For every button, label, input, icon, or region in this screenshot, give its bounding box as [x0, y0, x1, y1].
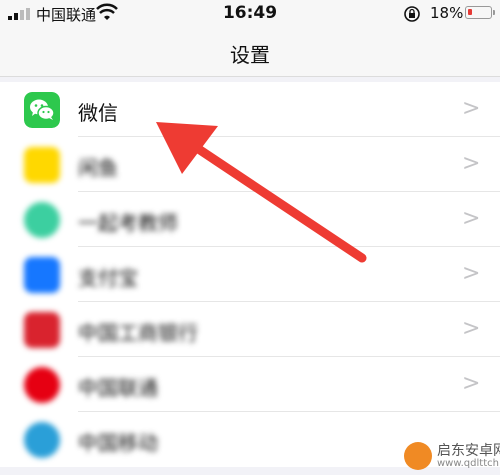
chevron-right-icon: >: [462, 96, 481, 121]
chevron-right-icon: >: [462, 206, 481, 231]
settings-item-label: 支付宝: [78, 266, 138, 290]
icbc-icon: [24, 312, 60, 348]
settings-item-china-unicom[interactable]: 中国联通 >: [0, 357, 500, 412]
settings-item-label: 一起考教师: [78, 211, 178, 235]
chevron-right-icon: >: [462, 261, 481, 286]
watermark: 启东安卓网 www.qdlttch.com: [400, 440, 500, 475]
settings-app-list: 微信 > 闲鱼 > 一起考教师 > 支付宝 > 中国工商银行 > 中国联通 > …: [0, 82, 500, 467]
rotation-lock-icon: [404, 6, 420, 22]
settings-item-label: 闲鱼: [78, 156, 118, 180]
chevron-right-icon: >: [462, 316, 481, 341]
wechat-icon: [24, 92, 60, 128]
settings-item-label: 微信: [78, 101, 118, 125]
alipay-icon: [24, 257, 60, 293]
clock: 16:49: [222, 3, 278, 23]
chevron-right-icon: >: [462, 151, 481, 176]
battery-icon: [465, 6, 495, 19]
watermark-logo-icon: [404, 442, 432, 470]
battery-percent: 18%: [430, 4, 464, 22]
settings-item-alipay[interactable]: 支付宝 >: [0, 247, 500, 302]
settings-item-label: 中国工商银行: [78, 321, 198, 345]
settings-item-icbc[interactable]: 中国工商银行 >: [0, 302, 500, 357]
xianyu-icon: [24, 147, 60, 183]
page-title: 设置: [230, 43, 270, 67]
settings-item-label: 中国移动: [78, 431, 158, 455]
watermark-title: 启东安卓网: [437, 443, 500, 459]
chevron-right-icon: >: [462, 371, 481, 396]
nav-bar: 设置: [0, 30, 500, 77]
settings-item-label: 中国联通: [78, 376, 158, 400]
battery-fill: [468, 9, 472, 15]
teacher-app-icon: [24, 202, 60, 238]
china-unicom-icon: [24, 367, 60, 403]
settings-item-xianyu[interactable]: 闲鱼 >: [0, 137, 500, 192]
settings-item-teacher-app[interactable]: 一起考教师 >: [0, 192, 500, 247]
status-bar: 中国联通 16:49 18%: [0, 0, 500, 30]
china-mobile-icon: [24, 422, 60, 458]
watermark-url: www.qdlttch.com: [437, 458, 500, 469]
settings-item-wechat[interactable]: 微信 >: [0, 82, 500, 137]
